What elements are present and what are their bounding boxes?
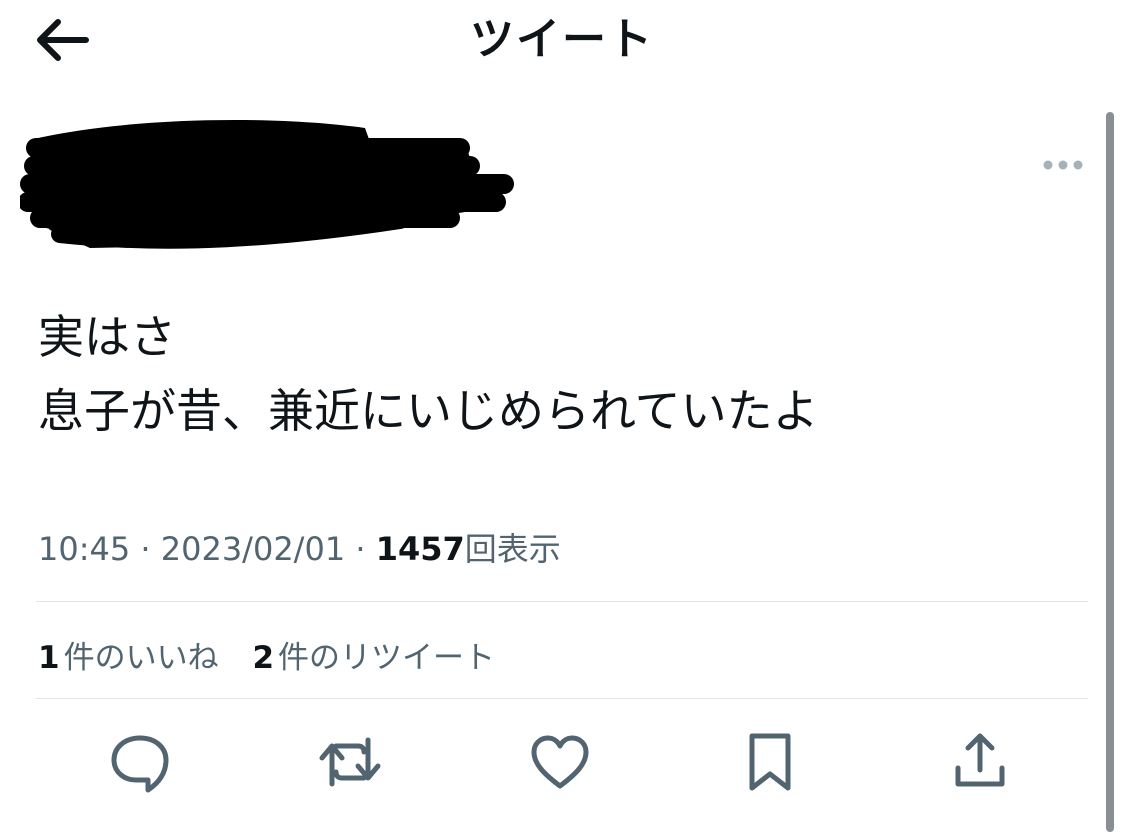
heart-icon (531, 735, 589, 789)
divider (36, 601, 1088, 602)
tweet-line: 息子が昔、兼近にいじめられていたよ (38, 384, 819, 438)
tweet-line: 実はさ (38, 310, 176, 364)
meta-separator: · (140, 530, 151, 568)
tweet-date: 2023/02/01 (160, 530, 346, 568)
redaction-scribble (18, 119, 514, 249)
bookmark-icon (749, 733, 791, 791)
divider (36, 698, 1088, 699)
retweets-count: 2 (252, 640, 275, 676)
share-button[interactable] (944, 726, 1016, 798)
likes-count: 1 (38, 640, 60, 676)
views-label: 回表示 (464, 530, 561, 568)
share-upload-icon (955, 733, 1005, 787)
more-options-button[interactable] (1040, 150, 1086, 180)
page-title: ツイート (470, 14, 654, 65)
retweets-label: 件のリツイート (278, 640, 496, 676)
tweet-text: 実はさ 息子が昔、兼近にいじめられていたよ (38, 300, 1078, 448)
tweet-stats: 1 件のいいね 2 件のリツイート (38, 632, 495, 677)
redacted-author-info (18, 108, 520, 258)
tweet-meta: 10:45 · 2023/02/01 · 1457回表示 (38, 524, 561, 570)
comment-bubble-icon (111, 735, 169, 793)
reply-button[interactable] (104, 726, 176, 798)
bookmark-button[interactable] (734, 726, 806, 798)
retweets-stat[interactable]: 2 件のリツイート (252, 632, 495, 677)
views-count: 1457 (375, 530, 465, 568)
retweet-icon (319, 737, 381, 787)
likes-stat[interactable]: 1 件のいいね (38, 632, 219, 677)
likes-label: 件のいいね (63, 640, 219, 676)
more-horizontal-icon (1043, 160, 1083, 170)
like-button[interactable] (524, 726, 596, 798)
meta-separator: · (355, 530, 366, 568)
retweet-button[interactable] (314, 726, 386, 798)
tweet-time: 10:45 (38, 530, 131, 568)
tweet-actions (0, 722, 1124, 802)
top-bar: ツイート (0, 0, 1124, 80)
